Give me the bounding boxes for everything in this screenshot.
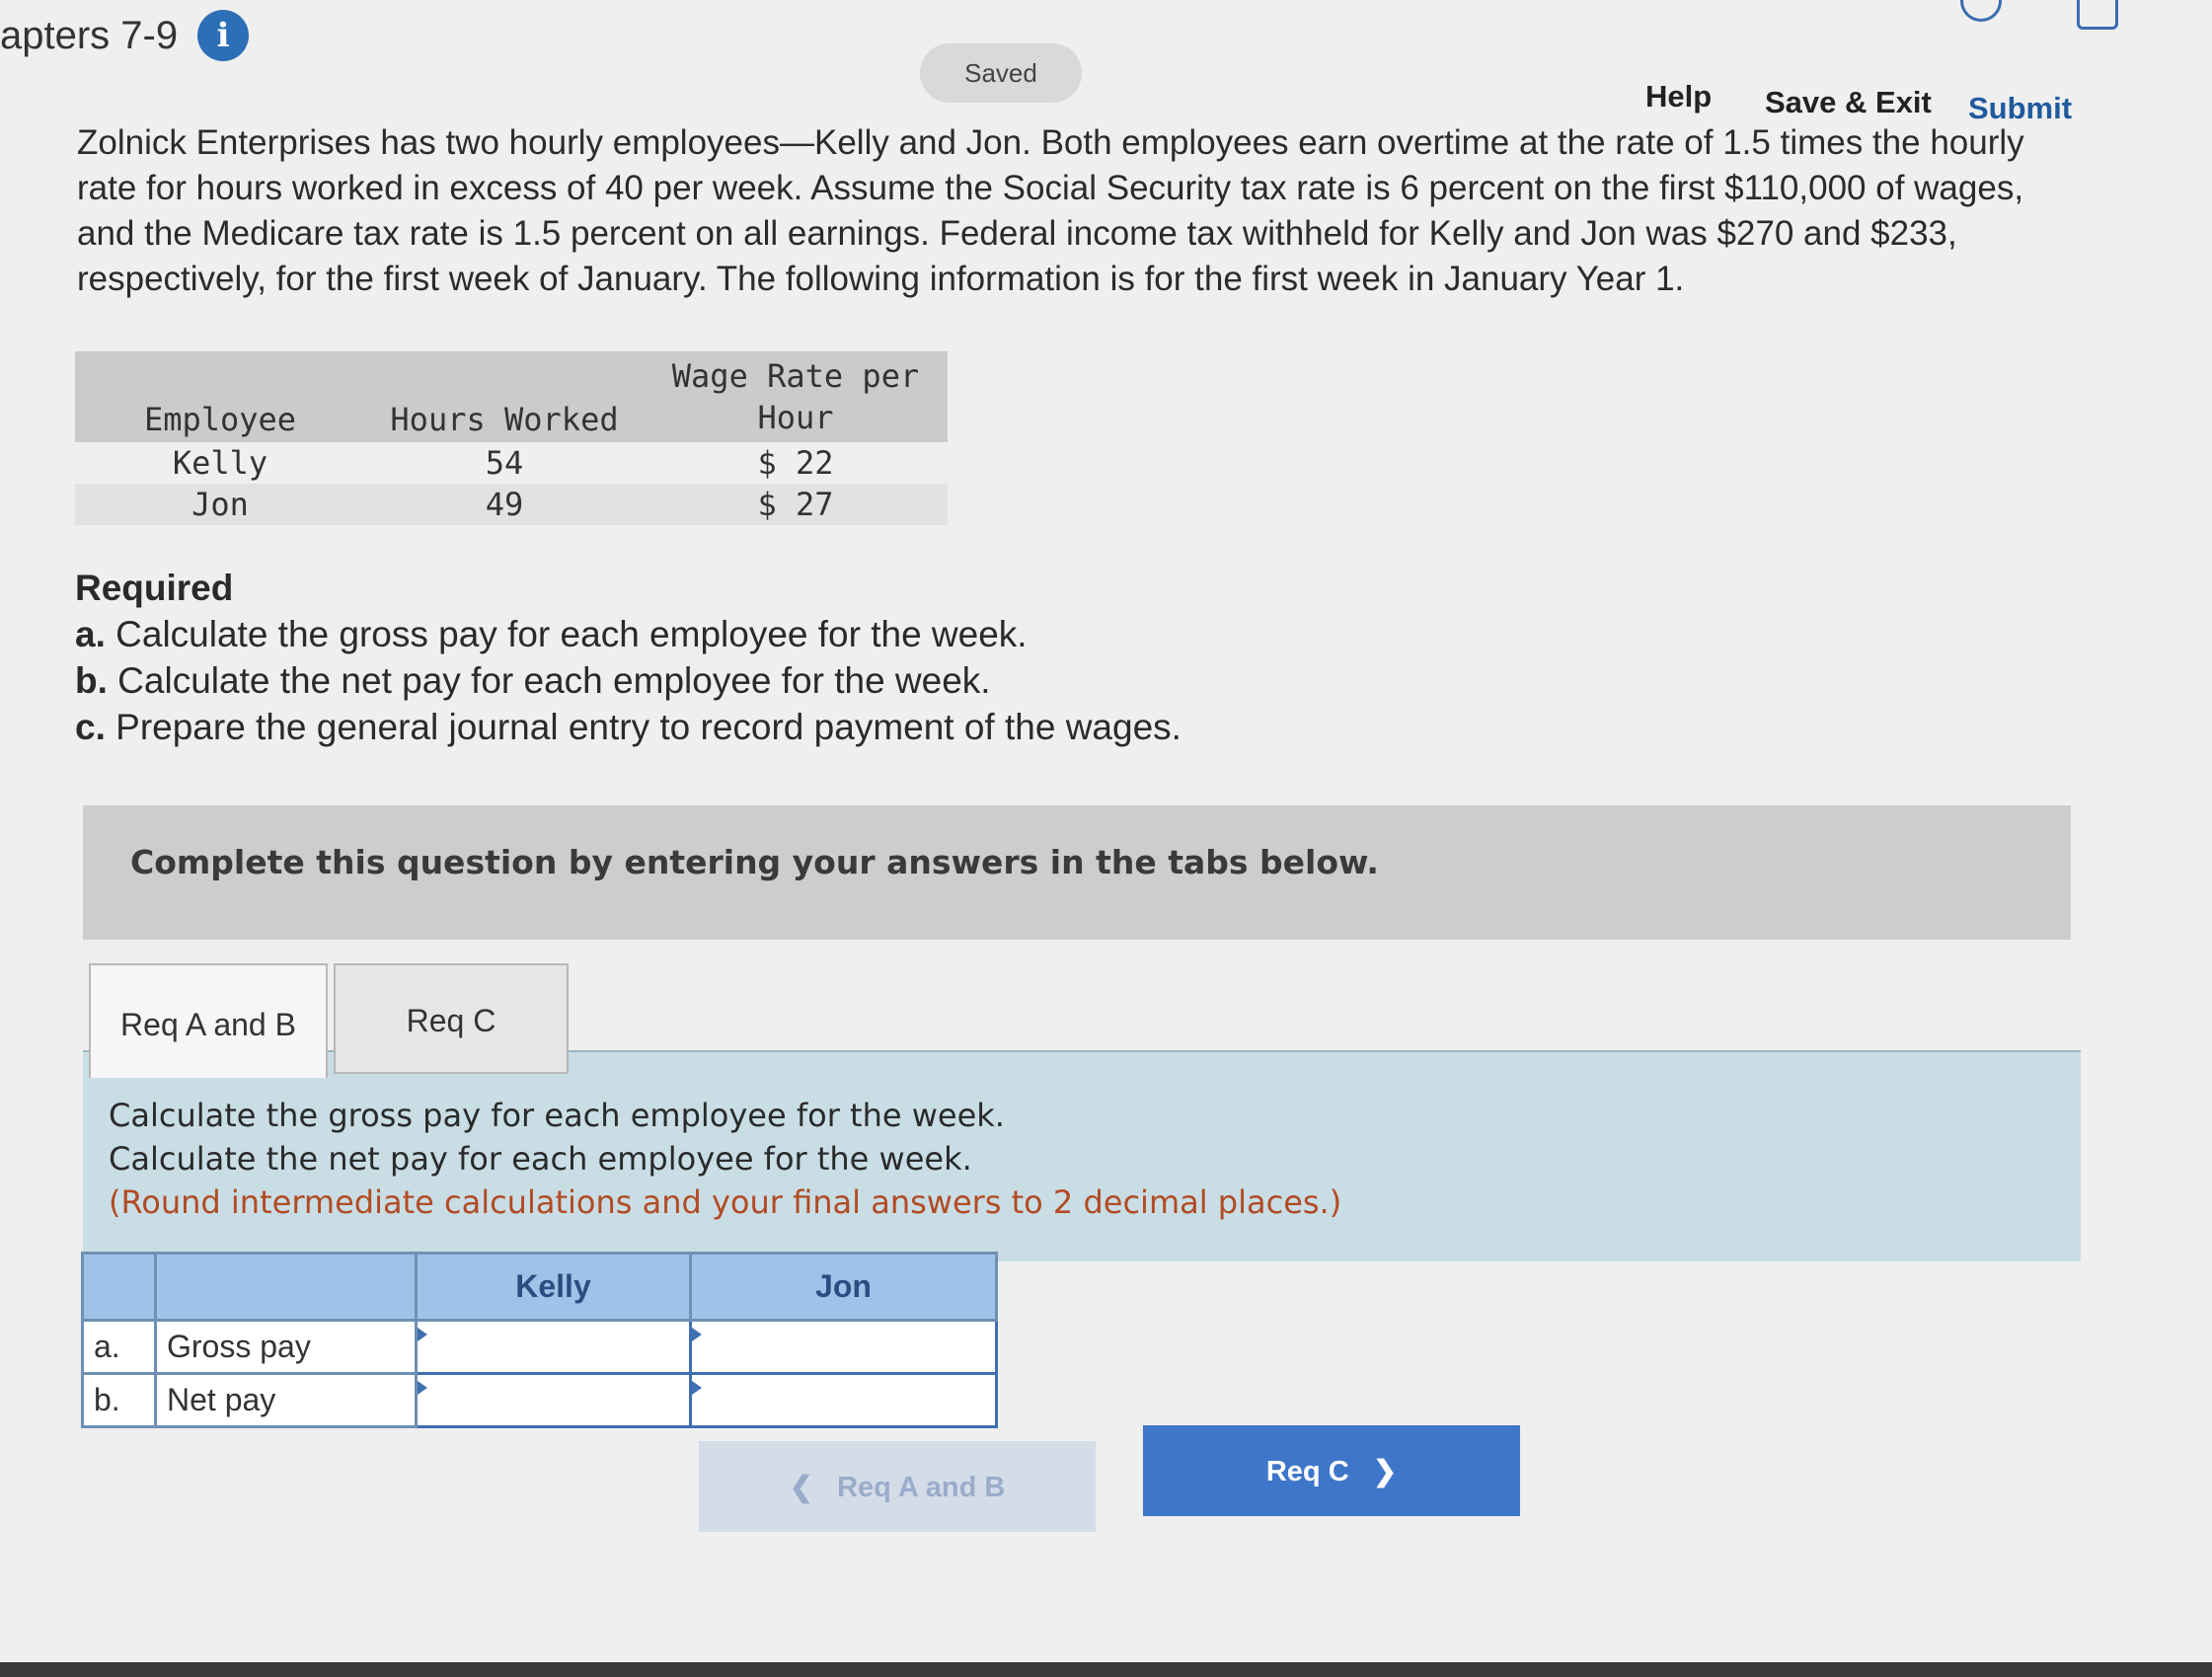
header-kelly: Kelly	[415, 1252, 692, 1322]
assignment-title: apters 7-9 i	[0, 10, 250, 61]
header-jon: Jon	[689, 1252, 998, 1322]
previous-tab-label: Req A and B	[837, 1471, 1006, 1503]
row-label-net-pay: Net pay	[154, 1372, 418, 1428]
cell-employee: Jon	[75, 484, 365, 525]
refresh-icon[interactable]	[1960, 0, 2002, 22]
required-b-text: Calculate the net pay for each employee …	[117, 660, 991, 701]
chevron-left-icon: ❮	[789, 1471, 813, 1503]
cell-hours: 49	[365, 484, 644, 525]
required-c-label: c.	[75, 707, 106, 747]
instructions-bar: Complete this question by entering your …	[83, 805, 2071, 940]
help-link[interactable]: Help	[1645, 79, 1712, 114]
panel-line-1: Calculate the gross pay for each employe…	[109, 1097, 1005, 1134]
required-b-label: b.	[75, 660, 108, 701]
document-icon[interactable]	[2077, 0, 2118, 30]
row-letter: a.	[81, 1319, 157, 1375]
header-wage-rate-text: Wage Rate per Hour	[671, 357, 920, 436]
row-letter: b.	[81, 1372, 157, 1428]
employee-info-table: Employee Hours Worked Wage Rate per Hour…	[75, 351, 948, 525]
problem-text: Zolnick Enterprises has two hourly emplo…	[77, 123, 2024, 298]
panel-instructions: Calculate the gross pay for each employe…	[109, 1094, 1341, 1224]
jon-gross-pay-cell[interactable]	[689, 1319, 998, 1375]
chapter-title: apters 7-9	[0, 13, 179, 57]
header-blank-letter	[81, 1252, 157, 1322]
cell-employee: Kelly	[172, 444, 268, 482]
tab-req-a-and-b[interactable]: Req A and B	[89, 963, 328, 1078]
kelly-net-pay-input[interactable]	[419, 1375, 692, 1425]
jon-net-pay-input[interactable]	[693, 1375, 998, 1425]
kelly-net-pay-cell[interactable]	[415, 1372, 692, 1428]
panel-line-2: Calculate the net pay for each employee …	[109, 1140, 972, 1178]
cell-wage: $ 27	[644, 484, 948, 525]
chevron-right-icon: ❯	[1372, 1455, 1398, 1487]
required-section: Required a. Calculate the gross pay for …	[75, 565, 1182, 750]
saved-badge: Saved	[920, 43, 1082, 103]
required-item-c: c. Prepare the general journal entry to …	[75, 704, 1182, 750]
bottom-edge	[0, 1662, 2212, 1677]
required-item-b: b. Calculate the net pay for each employ…	[75, 657, 1182, 704]
required-heading: Required	[75, 568, 234, 608]
header-wage-rate: Wage Rate per Hour	[644, 351, 948, 442]
header-employee: Employee	[75, 351, 365, 442]
required-a-text: Calculate the gross pay for each employe…	[115, 614, 1028, 654]
cell-hours: 54	[485, 444, 524, 482]
header-hours-worked: Hours Worked	[365, 351, 644, 442]
jon-gross-pay-input[interactable]	[693, 1322, 998, 1372]
next-tab-button[interactable]: Req C ❯	[1143, 1425, 1520, 1516]
next-tab-label: Req C	[1265, 1455, 1349, 1487]
save-exit-link[interactable]: Save & Exit	[1765, 85, 1932, 120]
required-item-a: a. Calculate the gross pay for each empl…	[75, 611, 1182, 657]
row-label-gross-pay: Gross pay	[154, 1319, 418, 1375]
required-c-text: Prepare the general journal entry to rec…	[115, 707, 1182, 747]
kelly-gross-pay-input[interactable]	[419, 1322, 692, 1372]
info-icon[interactable]: i	[197, 10, 250, 61]
rounding-note: (Round intermediate calculations and you…	[109, 1183, 1342, 1221]
answer-table: Kelly Jon a. Gross pay b. Net pay	[81, 1252, 998, 1428]
previous-tab-button[interactable]: ❮ Req A and B	[699, 1441, 1096, 1532]
cell-wage: $ 22	[757, 444, 834, 482]
tab-req-c[interactable]: Req C	[334, 963, 569, 1074]
kelly-gross-pay-cell[interactable]	[415, 1319, 692, 1375]
required-a-label: a.	[75, 614, 106, 654]
header-blank-label	[154, 1252, 418, 1322]
jon-net-pay-cell[interactable]	[689, 1372, 998, 1428]
instructions-text: Complete this question by entering your …	[130, 843, 1379, 881]
